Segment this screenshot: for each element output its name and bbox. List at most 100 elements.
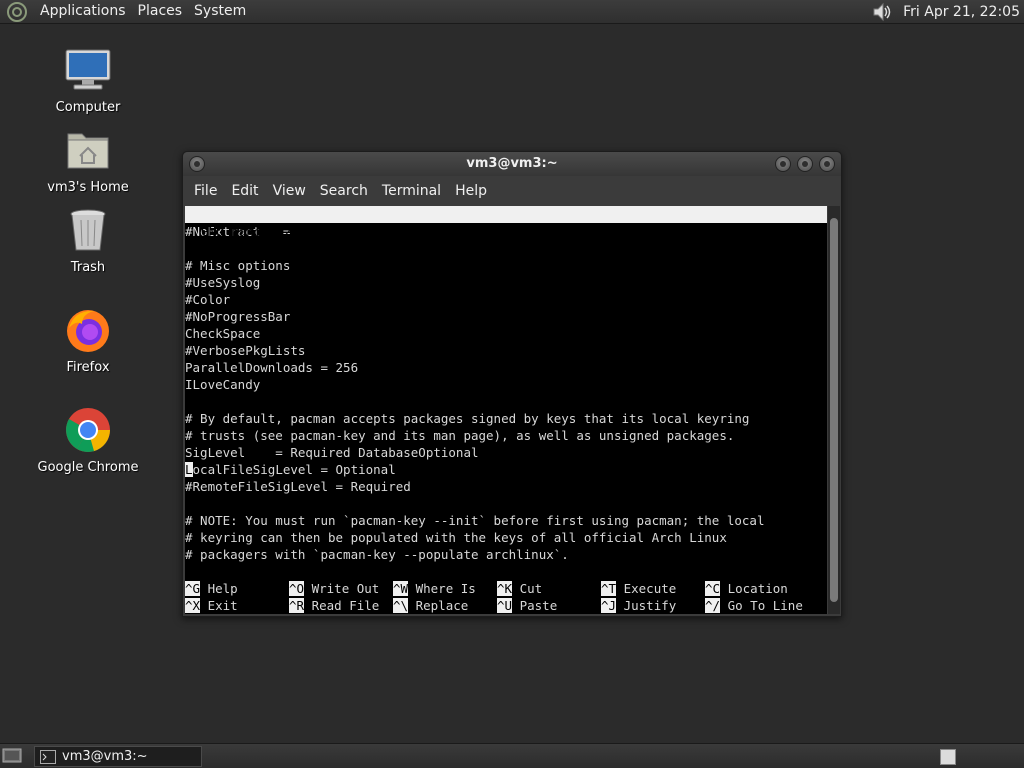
shortcut-bar-row-1: ^G Help ^O Write Out ^W Where Is ^K Cut ^T E… (185, 580, 827, 597)
shortcut-key: ^X (185, 598, 201, 613)
computer-icon (65, 49, 111, 90)
editor-line: # Misc options (185, 258, 291, 273)
cursor-line-text: ocalFileSigLevel = Optional (192, 462, 396, 477)
terminal-window[interactable]: vm3@vm3:~ File Edit View Search Terminal… (182, 151, 842, 617)
shortcut-item: ^/ Go To Line (705, 597, 803, 614)
shortcut-label: Execute (616, 581, 677, 596)
editor-line: # packagers with `pacman-key --populate … (185, 547, 569, 562)
shortcut-item: ^X Exit (185, 597, 238, 614)
nano-header: GNU nano 7.2 /etc/pacman.conf (185, 206, 827, 256)
taskbar-button-label: vm3@vm3:~ (62, 749, 148, 764)
desktop-icon-trash[interactable]: Trash (28, 206, 148, 275)
scrollbar-thumb[interactable] (830, 218, 838, 602)
shortcut-label: Exit (200, 598, 238, 613)
volume-icon[interactable] (871, 1, 893, 23)
editor-line: ILoveCandy (185, 377, 261, 392)
menu-applications[interactable]: Applications (34, 0, 132, 24)
home-folder-icon (67, 133, 109, 169)
shortcut-item: ^U Paste (497, 597, 557, 614)
shortcut-key: ^O (289, 581, 305, 596)
editor-line: SigLevel = Required DatabaseOptional (185, 445, 479, 460)
desktop-icon-label: Google Chrome (37, 460, 139, 475)
shortcut-label: Help (200, 581, 238, 596)
editor-line: #UseSyslog (185, 275, 261, 290)
top-panel: Applications Places System Fri Apr 21, 2… (0, 0, 1024, 24)
shortcut-item: ^C Location (705, 580, 788, 597)
bottom-panel: vm3@vm3:~ (0, 743, 1024, 768)
shortcut-key: ^\ (393, 598, 409, 613)
shortcut-label: Justify (616, 598, 677, 613)
shortcut-label: Location (720, 581, 788, 596)
shortcut-item: ^\ Replace (393, 597, 468, 614)
nano-version: GNU nano 7.2 (201, 224, 292, 239)
desktop-icon-home[interactable]: vm3's Home (28, 126, 148, 195)
nano-filename: /etc/pacman.conf (457, 241, 578, 256)
show-desktop-icon[interactable] (2, 747, 22, 765)
desktop-icon-computer[interactable]: Computer (28, 46, 148, 115)
terminal-icon (40, 749, 56, 764)
firefox-icon (67, 310, 109, 352)
desktop-icon-firefox[interactable]: Firefox (28, 306, 148, 375)
menu-edit[interactable]: Edit (224, 178, 265, 204)
shortcut-label: Read File (304, 598, 380, 613)
shortcut-key: ^/ (705, 598, 721, 613)
window-title: vm3@vm3:~ (466, 156, 558, 171)
shortcut-item: ^T Execute (601, 580, 676, 597)
window-titlebar[interactable]: vm3@vm3:~ (183, 152, 841, 176)
trash-icon (70, 209, 106, 251)
shortcut-label: Write Out (304, 581, 380, 596)
desktop-icon-label: Firefox (66, 360, 110, 375)
applications-menu-icon[interactable] (6, 1, 28, 23)
menu-file[interactable]: File (187, 178, 224, 204)
clock[interactable]: Fri Apr 21, 22:05 (903, 4, 1020, 20)
desktop-icon-chrome[interactable]: Google Chrome (28, 406, 148, 475)
terminal-scrollbar[interactable] (828, 206, 840, 614)
menu-search[interactable]: Search (313, 178, 375, 204)
editor-lines-after: #RemoteFileSigLevel = Required # NOTE: Yo… (185, 478, 827, 580)
shortcut-label: Replace (408, 598, 469, 613)
editor-line: # NOTE: You must run `pacman-key --init`… (185, 513, 765, 528)
taskbar-terminal-button[interactable]: vm3@vm3:~ (34, 746, 202, 767)
close-button[interactable] (819, 156, 835, 172)
editor-line: #VerbosePkgLists (185, 343, 306, 358)
editor-line: #NoProgressBar (185, 309, 291, 324)
shortcut-label: Where Is (408, 581, 476, 596)
window-menu-button[interactable] (189, 156, 205, 172)
shortcut-bar-row-2: ^X Exit ^R Read File ^\ Replace ^U Paste ^J … (185, 597, 827, 614)
minimize-button[interactable] (775, 156, 791, 172)
shortcut-key: ^K (497, 581, 513, 596)
desktop-icon-label: Computer (55, 100, 121, 115)
shortcut-label: Paste (512, 598, 558, 613)
menu-places[interactable]: Places (132, 0, 189, 24)
editor-line: #RemoteFileSigLevel = Required (185, 479, 411, 494)
maximize-button[interactable] (797, 156, 813, 172)
editor-line: ParallelDownloads = 256 (185, 360, 359, 375)
workspace-switcher[interactable] (940, 749, 956, 765)
menu-help[interactable]: Help (448, 178, 494, 204)
shortcut-key: ^C (705, 581, 721, 596)
shortcut-item: ^J Justify (601, 597, 676, 614)
shortcut-item: ^G Help (185, 580, 238, 597)
editor-lines-before: #NoExtract = # Misc options #UseSyslog #Col… (185, 223, 827, 461)
shortcut-key: ^U (497, 598, 513, 613)
chrome-icon (66, 408, 110, 452)
shortcut-key: ^R (289, 598, 305, 613)
menu-system[interactable]: System (188, 0, 252, 24)
shortcut-key: ^J (601, 598, 617, 613)
shortcut-item: ^O Write Out (289, 580, 379, 597)
menu-terminal[interactable]: Terminal (375, 178, 448, 204)
shortcut-label: Cut (512, 581, 543, 596)
shortcut-item: ^W Where Is (393, 580, 476, 597)
menu-view[interactable]: View (266, 178, 313, 204)
top-panel-tray: Fri Apr 21, 22:05 (871, 0, 1024, 24)
editor-line: # By default, pacman accepts packages si… (185, 411, 750, 426)
shortcut-key: ^T (601, 581, 617, 596)
shortcut-label: Go To Line (720, 598, 803, 613)
shortcut-key: ^W (393, 581, 409, 596)
terminal-area[interactable]: GNU nano 7.2 /etc/pacman.conf #NoExtract… (185, 206, 827, 614)
desktop-icon-label: vm3's Home (47, 180, 129, 195)
editor-line: CheckSpace (185, 326, 261, 341)
